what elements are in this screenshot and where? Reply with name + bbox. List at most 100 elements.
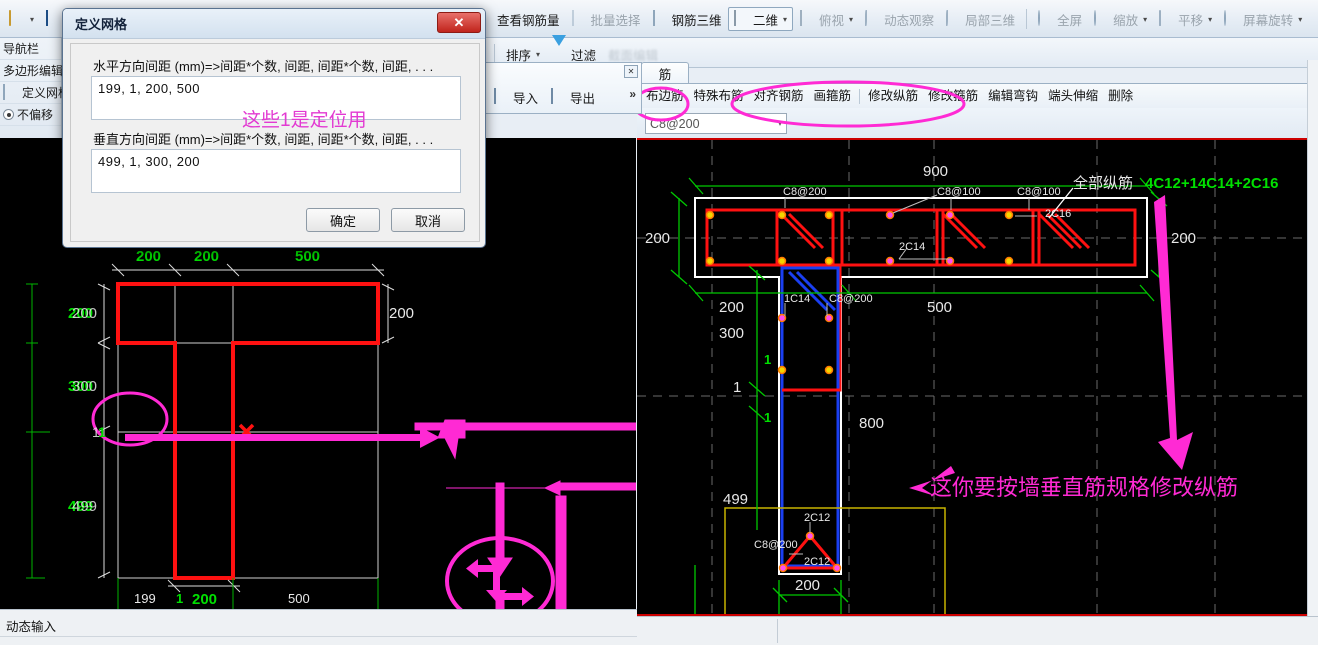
save-icon (46, 10, 62, 27)
close-icon[interactable]: ✕ (437, 12, 481, 33)
chevron-down-icon[interactable]: ▾ (849, 15, 853, 24)
toolbar-label: 钢筋三维 (671, 13, 722, 28)
toolbar-label: 俯视 (819, 13, 845, 28)
pan-button[interactable]: 平移 ▾ (1154, 7, 1217, 31)
toolbar-label: 屏幕旋转 (1243, 13, 1294, 28)
rebar-label-c8-200-b: C8@200 (829, 293, 873, 305)
right-scrollbar[interactable] (1307, 60, 1318, 618)
right-rebar-drawing: 900 200 200 200 300 1 1 1 500 800 499 20… (637, 140, 1318, 614)
view-2d-button[interactable]: 二维 ▾ (728, 7, 794, 31)
define-grid-dialog[interactable]: 定义网格 ✕ 水平方向间距 (mm)=>间距*个数, 间距, 间距*个数, 间距… (62, 8, 486, 248)
chevron-down-icon[interactable]: ▾ (536, 50, 540, 59)
rebar-label-c8-200-a: C8@200 (783, 186, 827, 198)
rebar-label-c8-100-b: C8@100 (1017, 186, 1061, 198)
horizontal-spacing-input[interactable]: 199, 1, 200, 500 这些1是定位用 (91, 76, 461, 131)
highlight-ellipse-bubianjin (637, 86, 690, 122)
cancel-button[interactable]: 取消 (391, 208, 465, 232)
fullscreen-button[interactable]: 全屏 (1033, 7, 1087, 31)
chevron-down-icon[interactable]: ▾ (1208, 15, 1212, 24)
vertical-spacing-value: 499, 1, 300, 200 (98, 154, 200, 169)
import-label: 导入 (513, 91, 539, 106)
define-grid-icon (3, 83, 19, 101)
open-file-button[interactable]: ▾ (4, 7, 39, 31)
chevron-down-icon[interactable]: ▾ (783, 15, 787, 24)
top-view-button[interactable]: 俯视 ▾ (795, 7, 858, 31)
dim-label-top-3: 500 (295, 248, 320, 265)
toolbar-label: 批量选择 (590, 13, 641, 28)
dim-label-1b: 1 (733, 379, 741, 396)
rebar-label-2c12-b: 2C12 (804, 556, 830, 568)
rebar-tool-shanchu[interactable]: 删除 (1103, 85, 1138, 107)
dim-label-left-4-white: 499 (72, 498, 97, 515)
radio-selected-icon[interactable] (3, 109, 14, 120)
vertical-spacing-input[interactable]: 499, 1, 300, 200 (91, 149, 461, 193)
dialog-title: 定义网格 (75, 17, 128, 32)
horizontal-spacing-label: 水平方向间距 (mm)=>间距*个数, 间距, 间距*个数, 间距, . . . (93, 59, 434, 74)
toolbar-label: 查看钢筋量 (497, 13, 560, 28)
dim-label-bottom-199: 199 (134, 591, 156, 606)
sidebar-item-no-offset[interactable]: 不偏移 (0, 104, 61, 126)
toolbar-label: 二维 (753, 13, 779, 28)
export-button[interactable]: 导出 (546, 85, 600, 109)
orbit-icon (865, 10, 881, 27)
status-bar-right (637, 616, 1318, 645)
dim-label-500: 500 (927, 299, 952, 316)
import-export-overflow-chevron[interactable]: » (629, 87, 636, 101)
import-button[interactable]: 导入 (489, 85, 543, 109)
toolbar-label: 局部三维 (965, 13, 1016, 28)
rebar-toolbar-group: 查看钢筋量 批量选择 钢筋三维 » (492, 7, 742, 31)
dialog-title-bar: 定义网格 (63, 9, 485, 39)
dim-label-left-3-white: 1 (92, 424, 100, 440)
batch-select-icon (571, 10, 588, 27)
screen-rotate-button[interactable]: 屏幕旋转 ▾ (1219, 7, 1307, 31)
dynamic-input-label[interactable]: 动态输入 (6, 620, 56, 634)
sidebar-item-navigation[interactable]: 导航栏 (0, 38, 61, 60)
dim-label-right: 200 (389, 305, 414, 322)
dim-label-499: 499 (723, 491, 748, 508)
rebar-3d-button[interactable]: 钢筋三维 (648, 7, 727, 31)
dim-label-bottom-500: 500 (288, 591, 310, 606)
callout-title: 全部纵筋 (1073, 174, 1133, 192)
rebar-label-2c16: 2C16 (1045, 208, 1071, 220)
dim-label-left-1-white: 200 (72, 305, 97, 322)
rebar-label-c8-200-c: C8@200 (754, 539, 798, 551)
chevron-down-icon[interactable]: ▾ (1143, 15, 1147, 24)
sidebar-item-define-grid[interactable]: 定义网格 (0, 82, 70, 104)
import-icon (494, 88, 510, 105)
status-bar: 动态输入 (0, 609, 1318, 645)
ok-button[interactable]: 确定 (306, 208, 380, 232)
open-file-caret: ▾ (30, 14, 35, 24)
toolbar-label: 平移 (1178, 13, 1204, 28)
callout-value: 4C12+14C14+2C16 (1145, 175, 1278, 192)
dim-label-top-1: 200 (136, 248, 161, 265)
toolbar-label: 缩放 (1113, 13, 1139, 28)
toolbar-label: 全屏 (1057, 13, 1083, 28)
toolbar-divider (1026, 9, 1028, 29)
dim-label-right-200: 200 (1171, 230, 1196, 247)
rebar-label-2c12-a: 2C12 (804, 512, 830, 524)
dynamic-orbit-button[interactable]: 动态观察 (860, 7, 939, 31)
dim-label-left-200: 200 (645, 230, 670, 247)
right-rebar-canvas[interactable]: 900 200 200 200 300 1 1 1 500 800 499 20… (637, 138, 1318, 616)
dim-label-top-2: 200 (194, 248, 219, 265)
status-divider-right (777, 619, 778, 643)
dim-label-mid-200: 200 (719, 299, 744, 316)
vertical-spacing-label: 垂直方向间距 (mm)=>间距*个数, 间距, 间距*个数, 间距, . . . (93, 132, 434, 147)
sidebar-item-polygon-editor[interactable]: 多边形编辑器 (0, 60, 75, 82)
dim-label-800: 800 (859, 415, 884, 432)
rebar-toolbar-highlight-overlay (637, 80, 966, 128)
toolbar-label: 动态观察 (884, 13, 935, 28)
export-icon (551, 88, 567, 105)
zoom-button[interactable]: 缩放 ▾ (1089, 7, 1152, 31)
dim-label-left-2-white: 300 (72, 378, 97, 395)
canvas-annotation-text: 这你要按墙垂直筋规格修改纵筋 (930, 475, 1238, 500)
fullscreen-icon (1038, 10, 1054, 27)
open-folder-icon (9, 10, 25, 27)
view-rebar-quantity-button[interactable]: 查看钢筋量 (492, 7, 565, 31)
chevron-down-icon[interactable]: ▾ (1298, 15, 1302, 24)
batch-select-button[interactable]: 批量选择 (567, 7, 646, 31)
local-3d-button[interactable]: 局部三维 (941, 7, 1020, 31)
dim-label-bottom-200: 200 (795, 577, 820, 594)
close-icon[interactable]: ✕ (624, 65, 638, 78)
dim-label-1c: 1 (764, 410, 771, 425)
